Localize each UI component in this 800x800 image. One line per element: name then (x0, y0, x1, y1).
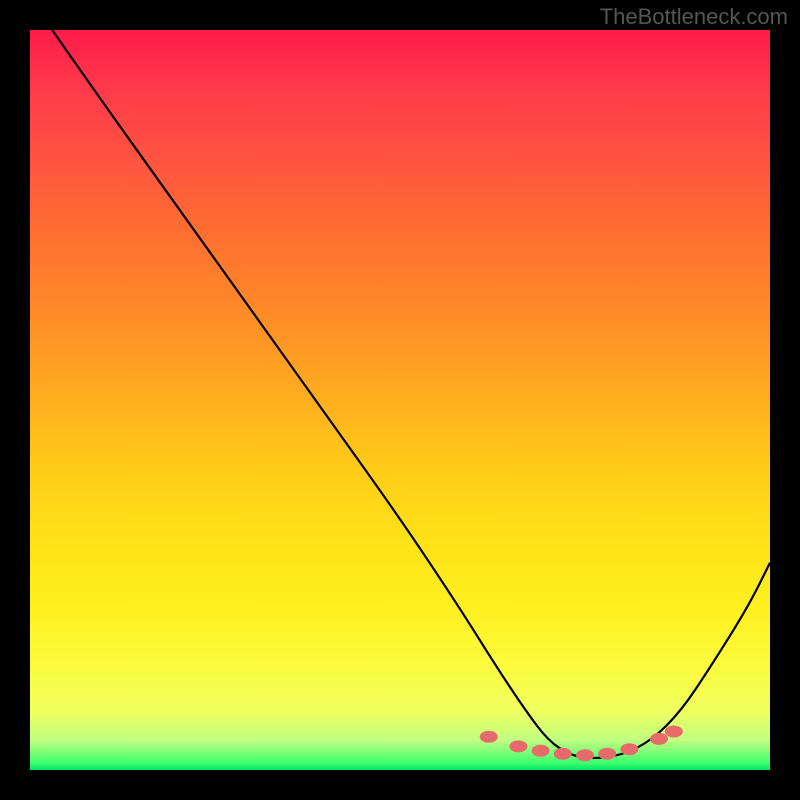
marker-dot (620, 743, 638, 755)
marker-dot (509, 740, 527, 752)
marker-dot (665, 726, 683, 738)
chart-plot-area (30, 30, 770, 770)
marker-dot (532, 745, 550, 757)
marker-dot (554, 748, 572, 760)
chart-svg (30, 30, 770, 770)
attribution-text: TheBottleneck.com (600, 4, 788, 30)
marker-dot (480, 731, 498, 743)
bottleneck-curve-path (52, 30, 770, 758)
marker-dot (598, 748, 616, 760)
marker-dot (650, 733, 668, 745)
marker-dot (576, 749, 594, 761)
highlight-markers (480, 726, 683, 762)
